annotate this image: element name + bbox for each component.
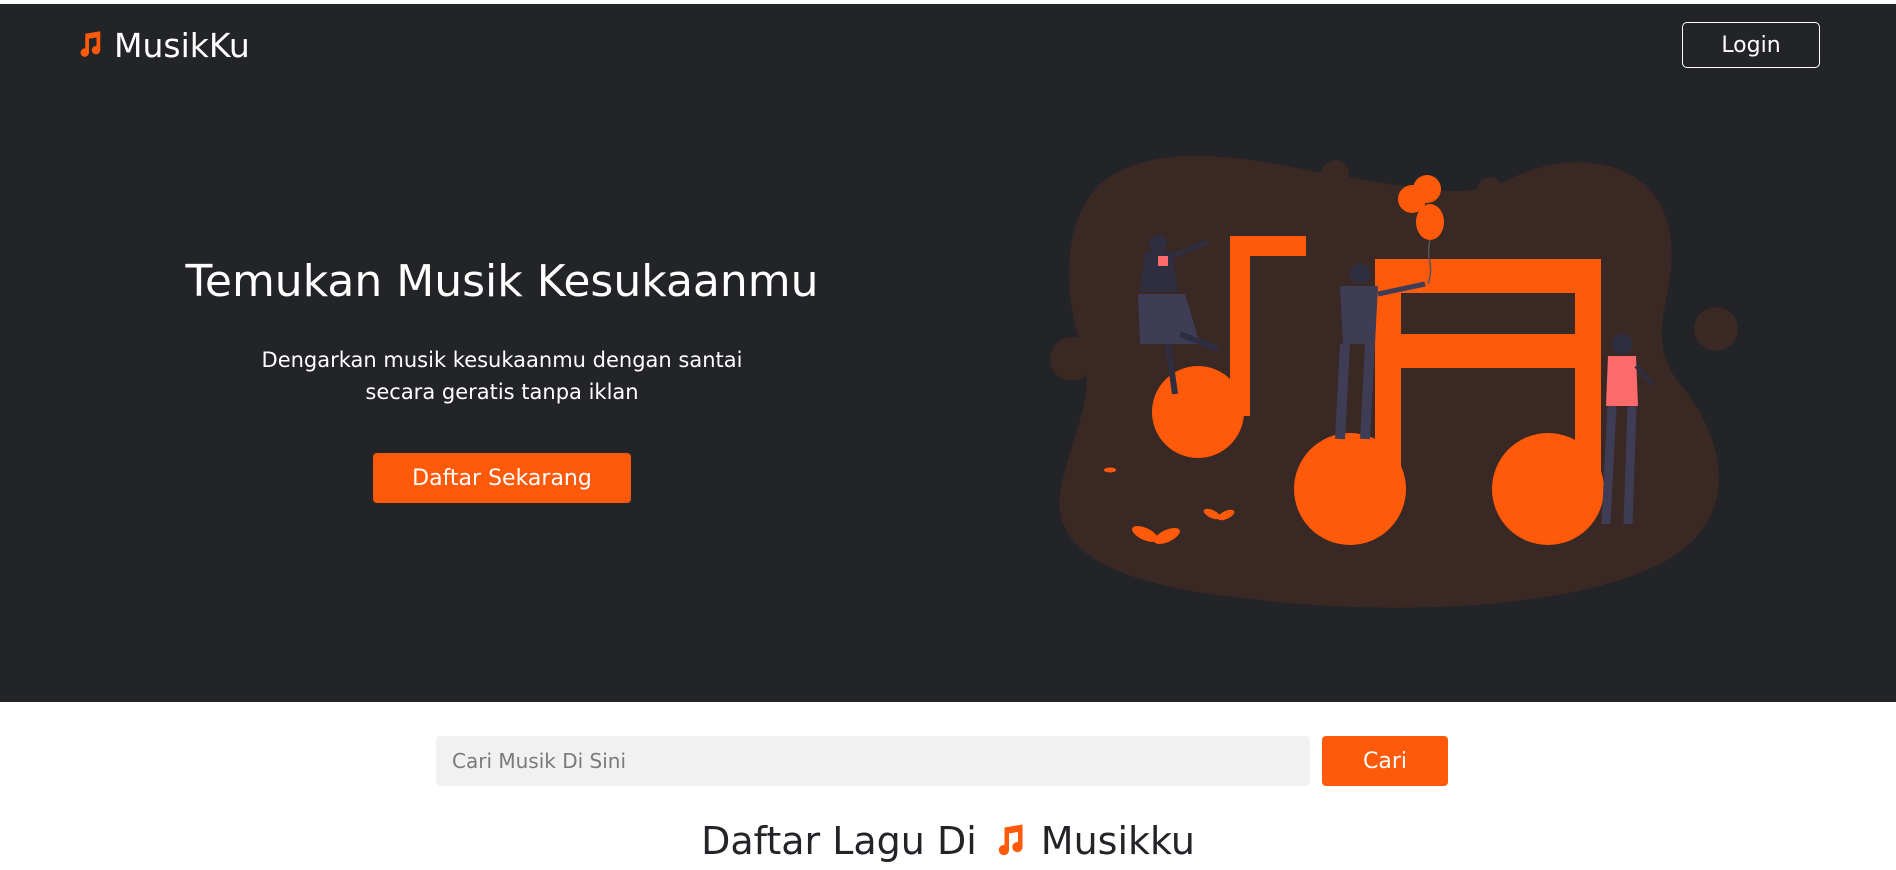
search-button[interactable]: Cari [1322, 736, 1448, 786]
music-note-icon [80, 31, 101, 57]
song-list-title-suffix: Musikku [1040, 819, 1195, 863]
brand-name: MusikKu [114, 25, 250, 65]
bubble-decoration [1477, 177, 1503, 203]
people-on-music-notes-illustration [1050, 155, 1738, 608]
hero-title: Temukan Musik Kesukaanmu [185, 256, 819, 307]
bubble-decoration [1694, 307, 1738, 351]
brand-logo[interactable]: MusikKu [74, 24, 250, 66]
hero-subtitle-line2: secara geratis tanpa iklan [365, 380, 639, 404]
register-now-button[interactable]: Daftar Sekarang [373, 453, 631, 503]
bubble-decoration [1050, 337, 1094, 381]
hero-subtitle: Dengarkan musik kesukaanmu dengan santai… [240, 344, 764, 408]
song-list-title: Daftar Lagu Di Musikku [0, 812, 1896, 870]
hero-section: MusikKu Login Temukan Musik Kesukaanmu D… [0, 4, 1896, 702]
search-input[interactable] [436, 736, 1310, 786]
music-note-icon [998, 824, 1023, 856]
bubble-decoration [1652, 374, 1678, 400]
hero-subtitle-line1: Dengarkan musik kesukaanmu dengan santai [261, 348, 743, 372]
song-list-title-prefix: Daftar Lagu Di [701, 819, 977, 863]
login-button[interactable]: Login [1682, 22, 1820, 68]
bubble-decoration [1321, 160, 1349, 188]
